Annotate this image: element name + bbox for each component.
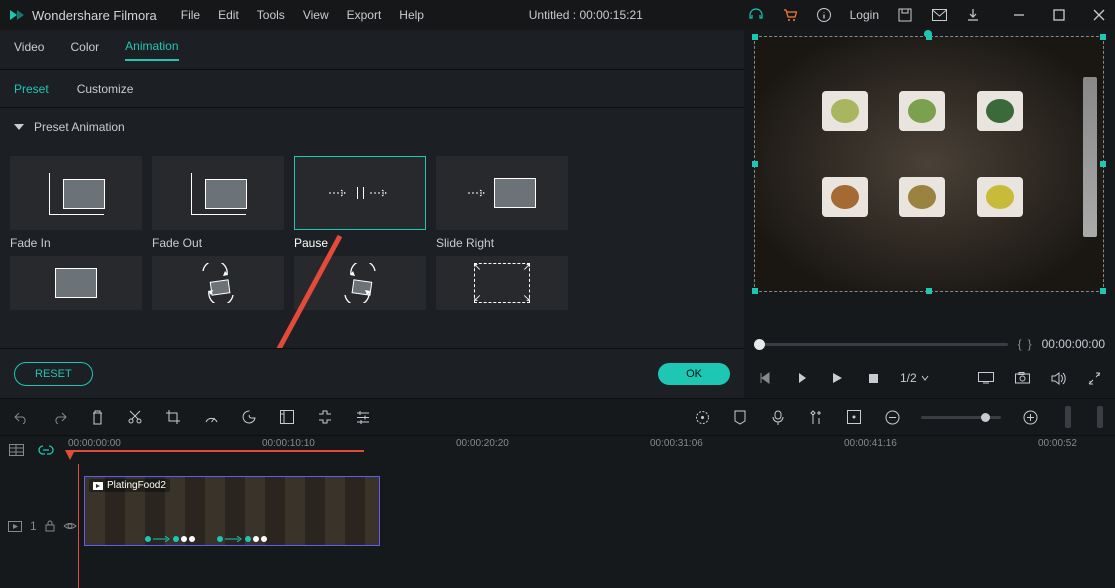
preview-area (744, 30, 1115, 330)
marker-icon[interactable] (731, 408, 749, 426)
panel-divider-2[interactable] (1097, 406, 1103, 428)
color-icon[interactable] (240, 408, 258, 426)
preset-fade-out[interactable]: Fade Out (152, 156, 284, 250)
caret-down-icon (14, 124, 24, 130)
minimize-icon[interactable] (1011, 7, 1027, 23)
properties-panel: Video Color Animation Preset Customize P… (0, 30, 744, 398)
info-icon[interactable] (816, 7, 832, 23)
lock-icon[interactable] (45, 520, 55, 532)
titlebar-actions: Login (748, 7, 1107, 23)
tab-video[interactable]: Video (14, 40, 44, 60)
title-bar: Wondershare Filmora File Edit Tools View… (0, 0, 1115, 30)
timeline-ruler[interactable]: 00:00:00:00 00:00:10:10 00:00:20:20 00:0… (68, 436, 1107, 464)
presets-area: Fade In Fade Out Pause (0, 146, 744, 348)
preset-fade-in[interactable]: Fade In (10, 156, 142, 250)
menu-file[interactable]: File (181, 8, 200, 22)
timeline-body: 1 PlatingFood2 (0, 464, 1115, 588)
zoom-slider[interactable] (921, 416, 1001, 419)
clip-keyframes (145, 536, 267, 542)
mark-in-out-icon[interactable]: {} (1018, 337, 1032, 351)
timeline-ruler-row: 00:00:00:00 00:00:10:10 00:00:20:20 00:0… (0, 436, 1115, 464)
delete-icon[interactable] (88, 408, 106, 426)
current-time: 00:00:00:00 (1042, 337, 1105, 351)
visibility-icon[interactable] (63, 521, 77, 531)
voiceover-icon[interactable] (769, 408, 787, 426)
playhead-line[interactable] (78, 464, 79, 588)
close-icon[interactable] (1091, 7, 1107, 23)
tracks-area[interactable]: PlatingFood2 (78, 464, 1115, 588)
menu-view[interactable]: View (303, 8, 329, 22)
zoom-in-icon[interactable] (1021, 408, 1039, 426)
preset-row2-2[interactable] (152, 256, 284, 310)
track-video-icon[interactable] (8, 521, 22, 532)
animation-subtabs: Preset Customize (0, 70, 744, 108)
prev-frame-icon[interactable] (756, 369, 774, 387)
action-bar: RESET OK (0, 348, 744, 398)
preset-row2-1[interactable] (10, 256, 142, 310)
snapshot-icon[interactable] (1013, 369, 1031, 387)
preset-row2-4[interactable]: ↖ ↗ ↙ ↘ (436, 256, 568, 310)
maximize-icon[interactable] (1051, 7, 1067, 23)
timeline-menu-icon[interactable] (8, 442, 24, 458)
preset-pause[interactable]: Pause (294, 156, 426, 250)
app-logo-icon (8, 6, 26, 24)
tab-color[interactable]: Color (70, 40, 99, 60)
section-title: Preset Animation (34, 120, 125, 134)
main-menu: File Edit Tools View Export Help (181, 8, 424, 22)
fullscreen-icon[interactable] (1085, 369, 1103, 387)
undo-icon[interactable] (12, 408, 30, 426)
playback-speed[interactable]: 1/2 (900, 371, 929, 385)
crop-icon[interactable] (164, 408, 182, 426)
preview-panel: {} 00:00:00:00 1/2 (744, 30, 1115, 398)
download-icon[interactable] (965, 7, 981, 23)
login-button[interactable]: Login (850, 8, 879, 22)
split-icon[interactable] (126, 408, 144, 426)
render-icon[interactable] (693, 408, 711, 426)
scrub-slider[interactable] (754, 343, 1008, 346)
preview-canvas[interactable] (754, 36, 1104, 292)
subtab-customize[interactable]: Customize (77, 82, 134, 96)
volume-icon[interactable] (1049, 369, 1067, 387)
app-name: Wondershare Filmora (32, 8, 157, 23)
cart-icon[interactable] (782, 7, 798, 23)
tab-animation[interactable]: Animation (125, 39, 178, 61)
clip-name: PlatingFood2 (107, 480, 166, 491)
subtab-preset[interactable]: Preset (14, 82, 49, 96)
ok-button[interactable]: OK (658, 363, 730, 385)
save-icon[interactable] (897, 7, 913, 23)
support-icon[interactable] (748, 7, 764, 23)
play-icon[interactable] (828, 369, 846, 387)
mail-icon[interactable] (931, 7, 947, 23)
keyframe-icon[interactable] (845, 408, 863, 426)
scrub-row: {} 00:00:00:00 (744, 330, 1115, 358)
audio-mixer-icon[interactable] (807, 408, 825, 426)
menu-tools[interactable]: Tools (257, 8, 285, 22)
timeline-toolbar (0, 398, 1115, 436)
reset-button[interactable]: RESET (14, 362, 93, 386)
menu-export[interactable]: Export (347, 8, 382, 22)
stop-icon[interactable] (864, 369, 882, 387)
menu-help[interactable]: Help (399, 8, 424, 22)
section-preset-animation[interactable]: Preset Animation (0, 108, 744, 146)
redo-icon[interactable] (50, 408, 68, 426)
track-labels: 1 (0, 464, 78, 588)
track-number: 1 (30, 519, 37, 533)
menu-edit[interactable]: Edit (218, 8, 239, 22)
speed-icon[interactable] (202, 408, 220, 426)
link-icon[interactable] (38, 442, 54, 458)
panel-divider[interactable] (1065, 406, 1071, 428)
zoom-out-icon[interactable] (883, 408, 901, 426)
greenscreen-icon[interactable] (278, 408, 296, 426)
preset-slide-right[interactable]: Slide Right (436, 156, 568, 250)
transport-controls: 1/2 (744, 358, 1115, 398)
timeline-clip[interactable]: PlatingFood2 (84, 476, 380, 546)
display-icon[interactable] (977, 369, 995, 387)
play-fast-icon[interactable] (792, 369, 810, 387)
keyframe-tool-icon[interactable] (316, 408, 334, 426)
property-tabs: Video Color Animation (0, 30, 744, 70)
preset-row2-3[interactable] (294, 256, 426, 310)
document-title: Untitled : 00:00:15:21 (430, 8, 742, 22)
adjust-icon[interactable] (354, 408, 372, 426)
